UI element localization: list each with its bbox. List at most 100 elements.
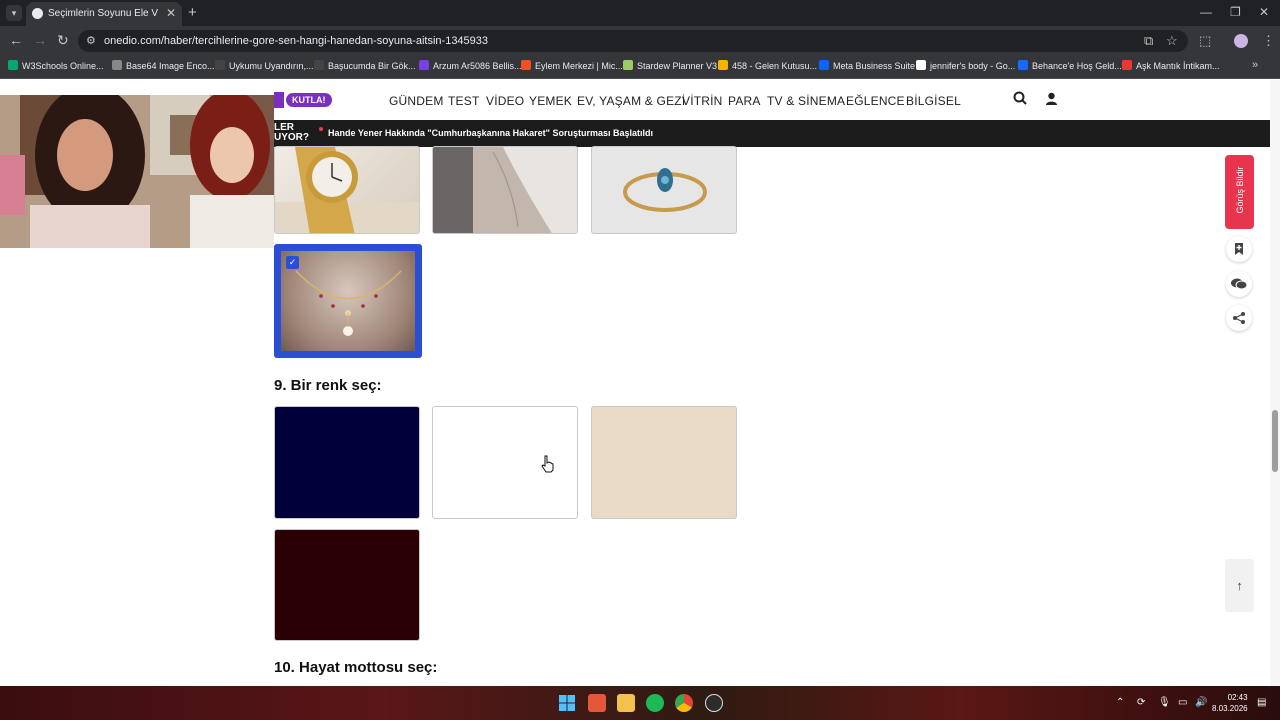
bookmark-item[interactable]: Stardew Planner V3	[623, 56, 717, 78]
minimize-icon[interactable]: —	[1200, 5, 1212, 19]
bookmark-item[interactable]: Arzum Ar5086 Bellis...	[419, 56, 522, 78]
necklace-image	[281, 251, 415, 351]
option-bracelet[interactable]	[432, 146, 578, 234]
file-explorer-icon[interactable]	[617, 694, 635, 712]
back-icon[interactable]: ←	[9, 32, 23, 48]
bookmark-label: Base64 Image Enco...	[126, 61, 215, 71]
scrollbar-thumb[interactable]	[1272, 410, 1278, 472]
news-ticker[interactable]: LER UYOR? Hande Yener Hakkında "Cumhurbaş…	[274, 120, 1270, 147]
bookmark-favicon-icon	[521, 60, 531, 70]
reload-icon[interactable]: ↻	[57, 32, 69, 49]
color-option-white[interactable]	[432, 406, 578, 519]
bookmark-item[interactable]: W3Schools Online...	[8, 56, 104, 78]
color-option-navy[interactable]	[274, 406, 420, 519]
obs-icon[interactable]	[705, 694, 723, 712]
notification-icon[interactable]: ▤	[1257, 697, 1266, 708]
color-option-dark-maroon[interactable]	[274, 529, 420, 641]
bookmark-label: Aşk Mantık İntikam...	[1136, 61, 1220, 71]
bookmark-favicon-icon	[1018, 60, 1028, 70]
bookmark-item[interactable]: Başucumda Bir Gök...	[314, 56, 416, 78]
bookmark-label: Başucumda Bir Gök...	[328, 61, 416, 71]
bookmark-label: jennifer's body - Go...	[930, 61, 1016, 71]
chrome-icon[interactable]	[675, 694, 693, 712]
webcam-overlay	[0, 95, 274, 248]
nav-item[interactable]: VİDEO	[486, 94, 524, 108]
bookmark-favicon-icon	[1122, 60, 1132, 70]
bookmark-item[interactable]: Meta Business Suite	[819, 56, 915, 78]
kutla-badge[interactable]: KUTLA!	[286, 93, 332, 107]
bookmark-label: 458 - Gelen Kutusu...	[732, 61, 818, 71]
extensions-icon[interactable]: ⬚	[1199, 33, 1211, 49]
onedio-logo-fragment[interactable]	[274, 92, 284, 108]
bookmark-favicon-icon	[623, 60, 633, 70]
feedback-button[interactable]: Görüş Bildir	[1225, 155, 1254, 229]
nav-item[interactable]: PARA	[728, 94, 761, 108]
page-scrollbar[interactable]	[1270, 80, 1280, 686]
app-icon[interactable]	[588, 694, 606, 712]
network-icon[interactable]: ▭	[1178, 697, 1187, 708]
selected-check-icon: ✓	[286, 256, 299, 269]
bookmark-favicon-icon	[916, 60, 926, 70]
microphone-icon[interactable]: 🎙	[1158, 697, 1171, 708]
install-app-icon[interactable]: ⧉	[1144, 33, 1153, 49]
menu-icon[interactable]: ⋮	[1262, 33, 1275, 49]
bookmark-label: W3Schools Online...	[22, 61, 104, 71]
windows-taskbar	[0, 686, 1280, 720]
bookmark-item[interactable]: 458 - Gelen Kutusu...	[718, 56, 817, 78]
tab-close-icon[interactable]: ✕	[166, 6, 176, 20]
bookmark-star-icon[interactable]: ☆	[1166, 33, 1178, 49]
forward-icon[interactable]: →	[33, 32, 47, 48]
volume-icon[interactable]: 🔊	[1195, 697, 1207, 708]
bookmark-item[interactable]: Base64 Image Enco...	[112, 56, 215, 78]
bookmark-item[interactable]: Behance'e Hoş Geld...	[1018, 56, 1122, 78]
color-option-beige[interactable]	[591, 406, 737, 519]
bookmark-favicon-icon	[314, 60, 324, 70]
taskbar-clock[interactable]: 02:43 8.03.2026	[1212, 692, 1248, 714]
ticker-headline[interactable]: Hande Yener Hakkında "Cumhurbaşkanına Ha…	[328, 128, 653, 138]
sync-icon[interactable]: ⟳	[1137, 697, 1145, 708]
share-icon[interactable]	[1226, 305, 1252, 331]
nav-item[interactable]: VİTRİN	[682, 94, 723, 108]
start-icon[interactable]	[558, 694, 576, 712]
user-icon[interactable]	[1045, 92, 1058, 111]
tab-search-icon[interactable]: ▾	[6, 5, 22, 21]
active-tab[interactable]: Seçimlerin Soyunu Ele Veriyor! ✕	[26, 2, 182, 26]
bookmark-item[interactable]: Aşk Mantık İntikam...	[1122, 56, 1220, 78]
bookmark-favicon-icon	[8, 60, 18, 70]
bookmark-add-icon[interactable]	[1226, 236, 1252, 262]
bookmark-favicon-icon	[112, 60, 122, 70]
nav-item[interactable]: YEMEK	[529, 94, 572, 108]
tab-favicon-icon	[32, 8, 43, 19]
bookmark-favicon-icon	[419, 60, 429, 70]
nav-item[interactable]: GÜNDEM	[389, 94, 444, 108]
option-ring[interactable]	[591, 146, 737, 234]
nav-item[interactable]: EĞLENCE	[846, 94, 905, 108]
bookmark-label: Arzum Ar5086 Bellis...	[433, 61, 522, 71]
url-text[interactable]: onedio.com/haber/tercihlerine-gore-sen-h…	[104, 35, 488, 47]
site-info-icon[interactable]: ⚙	[86, 34, 96, 47]
spotify-icon[interactable]	[646, 694, 664, 712]
hand-cursor-icon	[541, 455, 555, 478]
comments-icon[interactable]	[1226, 271, 1252, 297]
bookmark-item[interactable]: jennifer's body - Go...	[916, 56, 1015, 78]
new-tab-icon[interactable]: +	[188, 4, 197, 21]
search-icon[interactable]	[1013, 91, 1027, 108]
window-close-icon[interactable]: ✕	[1259, 5, 1269, 19]
scroll-to-top-button[interactable]: ↑	[1225, 559, 1254, 612]
nav-item[interactable]: EV, YAŞAM & GEZİ	[577, 94, 685, 108]
restore-icon[interactable]: ❐	[1230, 5, 1241, 19]
nav-item[interactable]: BİLGİSEL	[906, 94, 961, 108]
tab-title: Seçimlerin Soyunu Ele Veriyor!	[48, 8, 158, 19]
bookmark-label: Meta Business Suite	[833, 61, 916, 71]
profile-avatar[interactable]	[1234, 34, 1248, 48]
bookmark-label: Behance'e Hoş Geld...	[1032, 61, 1122, 71]
tray-overflow-icon[interactable]: ⌃	[1116, 697, 1124, 708]
bookmark-item[interactable]: Uykumu Uyandırın,...	[215, 56, 314, 78]
more-bookmarks-icon[interactable]: »	[1252, 59, 1258, 71]
bookmark-favicon-icon	[819, 60, 829, 70]
nav-item[interactable]: TV & SİNEMA	[767, 94, 845, 108]
nav-item[interactable]: TEST	[448, 94, 479, 108]
bookmark-label: Stardew Planner V3	[637, 61, 718, 71]
bookmark-item[interactable]: Eylem Merkezi | Mic...	[521, 56, 623, 78]
option-watch[interactable]	[274, 146, 420, 234]
